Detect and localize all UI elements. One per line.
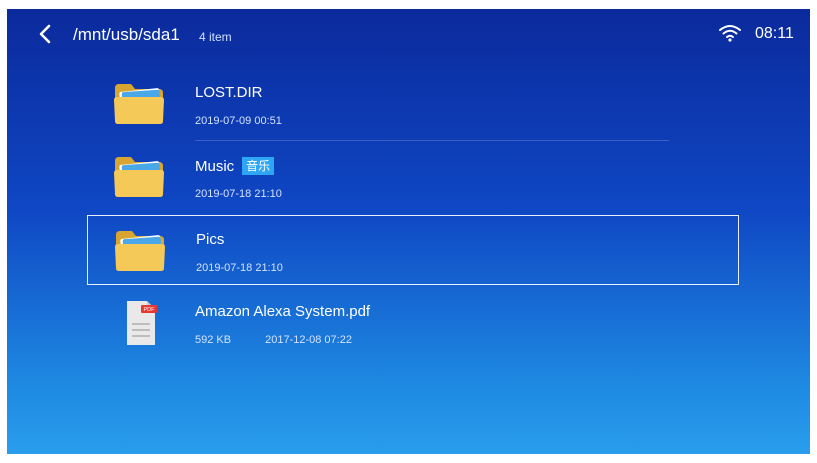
- current-path: /mnt/usb/sda1: [73, 25, 180, 44]
- file-row-amazon-alexa-pdf[interactable]: PDF Amazon Alexa System.pdf 592 KB 2017-1…: [87, 288, 739, 358]
- file-meta: 592 KB 2017-12-08 07:22: [195, 334, 352, 346]
- folder-icon: [111, 153, 167, 201]
- file-manager-screen: /mnt/usb/sda1 4 item 08:11 LOST.DIR 2019…: [7, 9, 810, 454]
- category-tag: 音乐: [242, 157, 275, 175]
- pdf-file-icon: PDF: [111, 299, 167, 347]
- wifi-icon: [719, 24, 741, 42]
- file-name: Pics: [196, 231, 225, 248]
- file-name: Amazon Alexa System.pdf: [195, 303, 371, 320]
- file-date: 2017-12-08 07:22: [265, 334, 352, 346]
- clock: 08:11: [755, 25, 794, 42]
- file-name: LOST.DIR: [195, 84, 263, 101]
- file-row-lost-dir[interactable]: LOST.DIR 2019-07-09 00:51: [87, 69, 739, 141]
- file-size: 592 KB: [195, 334, 232, 346]
- file-row-music[interactable]: Music 音乐 2019-07-18 21:10: [87, 142, 739, 212]
- file-list: LOST.DIR 2019-07-09 00:51 Music 音乐 2019-0…: [87, 69, 739, 361]
- file-date: 2019-07-18 21:10: [196, 262, 283, 274]
- file-date: 2019-07-18 21:10: [195, 188, 282, 200]
- row-divider: [195, 140, 669, 141]
- pdf-badge-label: PDF: [144, 307, 156, 313]
- folder-icon: [112, 227, 168, 275]
- file-name: Music: [195, 158, 235, 175]
- item-count: 4 item: [199, 30, 232, 44]
- folder-icon: [111, 80, 167, 128]
- top-bar: /mnt/usb/sda1 4 item 08:11: [7, 9, 810, 59]
- file-date: 2019-07-09 00:51: [195, 115, 282, 127]
- file-name-with-tag: Music 音乐: [195, 157, 275, 175]
- file-row-pics[interactable]: Pics 2019-07-18 21:10: [87, 215, 739, 285]
- chevron-left-icon[interactable]: [35, 23, 57, 45]
